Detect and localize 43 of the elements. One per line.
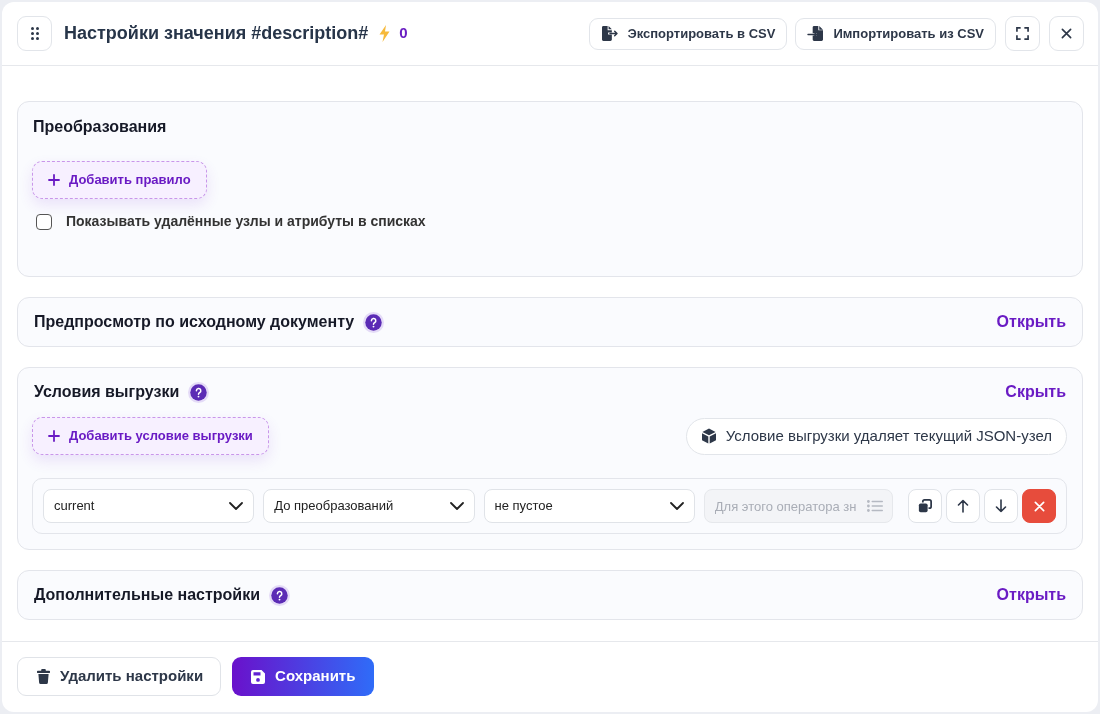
notice-text: Условие выгрузки удаляет текущий JSON-узел [725, 425, 1052, 446]
chevron-down-icon [669, 502, 684, 510]
delete-button[interactable] [1022, 489, 1056, 523]
plus-icon [48, 430, 60, 442]
plus-icon [48, 174, 60, 186]
close-button[interactable] [1049, 16, 1084, 51]
toggle-link[interactable]: Открыть [996, 310, 1066, 334]
chevron-down-icon [449, 502, 464, 510]
counter-value: 0 [399, 23, 408, 44]
copy-icon [918, 499, 932, 513]
cube-icon [700, 428, 717, 444]
save-button[interactable]: Сохранить [232, 657, 375, 696]
drag-handle-button[interactable] [17, 16, 52, 51]
checkbox-label: Показывать удалённые узлы и атрибуты в списках [66, 212, 426, 231]
grip-icon [30, 27, 39, 40]
toggle-link[interactable]: Открыть [996, 583, 1066, 607]
chevron-down-icon [229, 502, 244, 510]
section-title: Преобразования [33, 117, 167, 137]
move-up-button[interactable] [946, 489, 980, 523]
arrow-down-icon [995, 499, 1007, 513]
section-title: Дополнительные настройки [34, 585, 260, 605]
add-rule-button[interactable]: Добавить правило [32, 161, 207, 199]
checkbox[interactable] [36, 213, 52, 230]
trash-icon [37, 669, 50, 684]
window-title: Настройки значения #description# [64, 22, 369, 45]
close-icon [1033, 500, 1045, 512]
arrow-up-icon [957, 499, 969, 513]
move-down-button[interactable] [984, 489, 1018, 523]
expand-icon [1016, 27, 1029, 40]
file-arrow-icon [601, 26, 619, 41]
lightning-icon [379, 25, 391, 42]
section-title: Предпросмотр по исходному документу [34, 312, 355, 332]
delete-settings-button[interactable]: Удалить настройки [17, 657, 222, 696]
import-csv-button[interactable]: Импортировать из CSV [795, 17, 996, 50]
duplicate-button[interactable] [908, 489, 942, 523]
list-icon [867, 500, 883, 512]
file-arrow-icon [807, 26, 825, 41]
toggle-link[interactable]: Скрыть [1005, 380, 1066, 404]
fullscreen-button[interactable] [1005, 16, 1040, 51]
export-csv-button[interactable]: Экспортировать в CSV [589, 17, 788, 50]
close-icon [1061, 28, 1072, 39]
section-title: Условия выгрузки [34, 382, 180, 402]
add-condition-button[interactable]: Добавить условие выгрузки [32, 417, 269, 455]
